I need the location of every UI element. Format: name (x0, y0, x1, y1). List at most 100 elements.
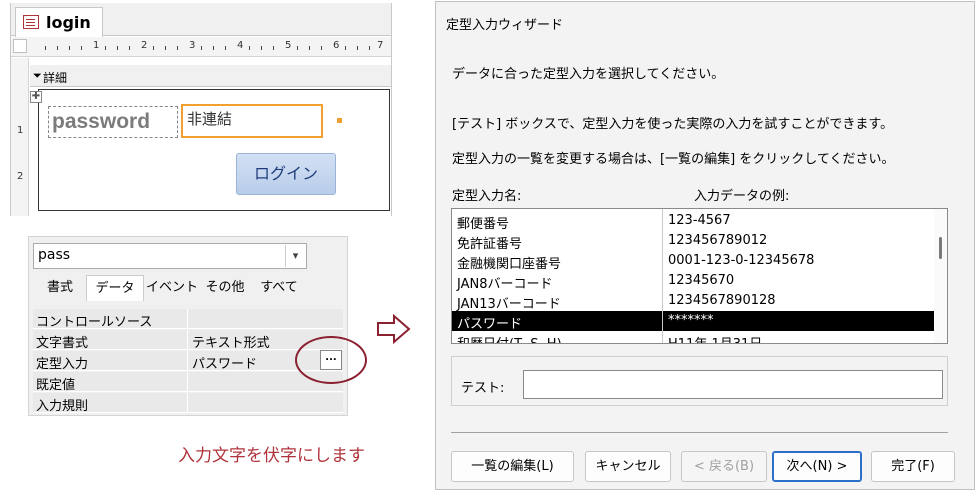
ruler-number: 2 (141, 40, 148, 51)
column-separator (662, 209, 663, 343)
property-row[interactable]: 入力規則 (33, 393, 343, 414)
ruler-tick (69, 46, 70, 50)
ruler-tick (81, 46, 82, 50)
edit-list-button[interactable]: 一覧の編集(L) (451, 451, 574, 482)
list-item[interactable]: 免許証番号 123456789012 (452, 231, 934, 252)
password-textbox[interactable]: 非連結 (181, 104, 323, 138)
mask-name: 郵便番号 (457, 217, 510, 232)
ruler-tick (249, 46, 250, 50)
list-item[interactable]: 金融機関口座番号 0001-123-0-12345678 (452, 251, 934, 272)
mask-example: ******* (668, 313, 714, 328)
property-row[interactable]: 文字書式 テキスト形式 (33, 330, 343, 351)
ruler-tick (177, 46, 178, 50)
ruler-tick (309, 46, 310, 50)
login-button[interactable]: ログイン (236, 153, 336, 195)
mask-name: パスワード (457, 317, 523, 332)
form-tab[interactable]: login (15, 7, 103, 37)
mask-example: H11年 1月31日 (668, 333, 762, 343)
ruler-tick (261, 46, 262, 50)
column-header-example: 入力データの例: (694, 189, 790, 204)
tab-event[interactable]: イベント (146, 275, 198, 301)
ruler-tick (345, 46, 346, 50)
caption-text: 入力文字を伏字にします (178, 446, 365, 466)
ruler-number: 6 (333, 40, 340, 51)
mask-name: 和暦日付(T, S, H) (457, 333, 562, 343)
mask-example: 1234567890128 (668, 293, 776, 308)
scrollbar-thumb[interactable] (939, 237, 942, 259)
ruler-number: 3 (189, 40, 196, 51)
tab-all[interactable]: すべて (254, 275, 304, 301)
tab-other[interactable]: その他 (200, 275, 250, 301)
wizard-test-hint: [テスト] ボックスで、定型入力を使った実際の入力を試すことができます。 (452, 117, 894, 132)
mask-name: 免許証番号 (457, 237, 523, 252)
list-item[interactable]: 和暦日付(T, S, H) H11年 1月31日 (452, 331, 934, 343)
ruler-tick (225, 46, 226, 50)
password-label[interactable]: password (48, 106, 178, 138)
wizard-instruction: データに合った定型入力を選択してください。 (452, 67, 725, 82)
property-row[interactable]: 既定値 (33, 372, 343, 393)
input-mask-list[interactable]: 郵便番号 123-4567 免許証番号 123456789012 金融機関口座番… (451, 208, 948, 344)
form-tab-title: login (46, 13, 91, 32)
chevron-down-icon[interactable]: ▾ (285, 245, 305, 267)
list-item[interactable]: JAN13バーコード 1234567890128 (452, 291, 934, 312)
list-item[interactable]: JAN8バーコード 12345670 (452, 271, 934, 292)
ruler-tick (165, 46, 166, 50)
section-arrow-icon: ⏷ (33, 69, 42, 82)
horizontal-ruler: 1 2 3 4 5 6 7 (11, 37, 391, 57)
list-item-selected[interactable]: パスワード ******* (452, 311, 934, 332)
vertical-ruler: 1 2 (11, 58, 29, 216)
control-selector[interactable]: pass (33, 243, 307, 269)
ruler-tick (117, 46, 118, 50)
column-header-name: 定型入力名: (452, 189, 522, 204)
ruler-tick (297, 46, 298, 50)
detail-section-label: 詳細 (43, 71, 68, 85)
wizard-edit-hint: 定型入力の一覧を変更する場合は、[一覧の編集] をクリックしてください。 (452, 152, 895, 167)
ruler-tick (369, 46, 370, 50)
ruler-tick (273, 46, 274, 50)
property-key: 文字書式 (33, 330, 187, 351)
ruler-number: 4 (237, 40, 244, 51)
ruler-tick (321, 46, 322, 50)
form-selector[interactable] (13, 39, 27, 53)
vruler-number: 1 (17, 125, 24, 136)
mask-name: JAN8バーコード (457, 277, 553, 292)
ruler-tick (57, 46, 58, 50)
ruler-tick (45, 46, 46, 50)
vruler-number: 2 (17, 171, 24, 182)
ruler-tick (129, 46, 130, 50)
ruler-number: 7 (377, 40, 384, 51)
property-value[interactable] (187, 393, 343, 413)
mask-example: 123-4567 (668, 213, 731, 228)
property-key: 入力規則 (33, 393, 187, 414)
cancel-button[interactable]: キャンセル (585, 451, 671, 482)
ruler-number: 5 (285, 40, 292, 51)
next-button[interactable]: 次へ(N) > (772, 451, 862, 482)
mask-name: 金融機関口座番号 (457, 257, 562, 272)
list-scrollbar[interactable] (934, 209, 947, 343)
finish-button[interactable]: 完了(F) (871, 451, 955, 482)
form-icon (23, 15, 39, 29)
mask-example: 123456789012 (668, 233, 768, 248)
mask-example: 12345670 (668, 273, 735, 288)
move-handle-icon[interactable]: ✚ (30, 91, 42, 103)
resize-handle[interactable] (337, 118, 342, 123)
ruler-tick (357, 46, 358, 50)
test-input[interactable] (523, 370, 943, 399)
list-item[interactable]: 郵便番号 123-4567 (452, 211, 934, 232)
tab-data[interactable]: データ (86, 275, 144, 301)
wizard-title: 定型入力ウィザード (446, 18, 564, 33)
dialog-divider (451, 432, 948, 433)
ruler-tick (201, 46, 202, 50)
ruler-tick (213, 46, 214, 50)
property-value[interactable] (187, 309, 343, 329)
property-row[interactable]: コントロールソース (33, 309, 343, 330)
detail-section-bar[interactable] (30, 65, 391, 87)
test-label: テスト: (461, 381, 505, 396)
back-button[interactable]: < 戻る(B) (681, 451, 767, 482)
ruler-number: 1 (93, 40, 100, 51)
property-key: コントロールソース (33, 309, 187, 330)
mask-name: JAN13バーコード (457, 297, 561, 312)
property-key: 既定値 (33, 372, 187, 393)
right-arrow-icon (377, 314, 411, 344)
tab-format[interactable]: 書式 (36, 275, 84, 301)
